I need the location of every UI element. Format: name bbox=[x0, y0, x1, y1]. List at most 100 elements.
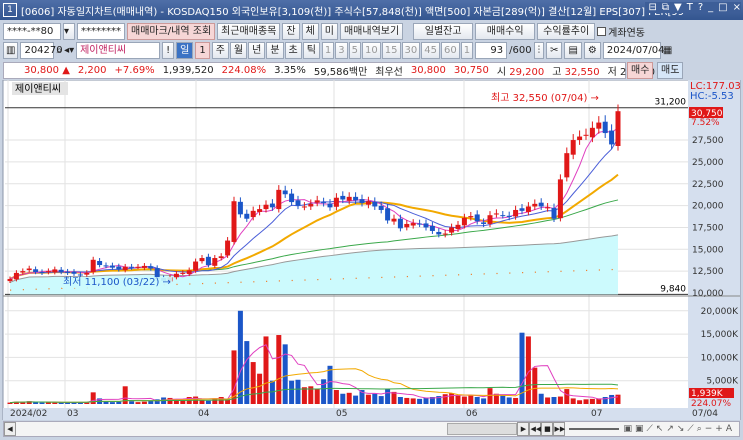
price: 30,800 bbox=[24, 65, 59, 76]
period-button[interactable]: 틱 bbox=[302, 41, 320, 59]
candle bbox=[327, 203, 333, 208]
candle bbox=[596, 122, 602, 129]
period-day-button[interactable]: 일 bbox=[176, 41, 194, 59]
low-label: 저 bbox=[607, 67, 617, 78]
rewind-icon[interactable]: ◀◀ bbox=[529, 422, 542, 436]
dotted-marker bbox=[419, 275, 421, 277]
minute-button[interactable]: 60 bbox=[440, 41, 460, 59]
account-dropdown-icon[interactable]: ▾ bbox=[63, 22, 75, 40]
window-control-icon[interactable]: _ bbox=[708, 2, 713, 13]
vol-current: 1,939K bbox=[691, 389, 724, 399]
zoom-slider[interactable] bbox=[569, 428, 620, 430]
candle bbox=[333, 197, 339, 207]
count-input[interactable]: 93 bbox=[475, 41, 508, 59]
candle bbox=[103, 265, 109, 267]
turnover: 3.35% bbox=[274, 65, 306, 76]
candle bbox=[468, 216, 474, 218]
candle bbox=[500, 215, 506, 217]
forward-icon[interactable]: ▶▶ bbox=[553, 422, 566, 436]
volume-bar bbox=[589, 398, 595, 404]
window-control-icon[interactable]: ⊟ bbox=[649, 2, 657, 13]
title-bar: 1 [0606] 자동일지차트(매매내역) - KOSDAQ150 외국인보유[… bbox=[0, 0, 743, 20]
gear-icon[interactable]: ⚙ bbox=[583, 41, 601, 59]
window-control-icon[interactable]: ? bbox=[698, 2, 703, 13]
tool-icon[interactable]: ✂ bbox=[546, 41, 563, 59]
minute-button[interactable]: 45 bbox=[421, 41, 440, 59]
candle bbox=[481, 222, 487, 224]
stock-name[interactable]: 제이앤티씨 bbox=[76, 41, 161, 59]
dotted-marker bbox=[266, 280, 268, 282]
search-icon[interactable]: ⌕ bbox=[56, 45, 62, 56]
sound-icon[interactable]: ◂▾ bbox=[64, 45, 74, 56]
period-button[interactable]: 주 bbox=[211, 41, 229, 59]
minute-button[interactable]: 10 bbox=[362, 41, 381, 59]
scroll-thumb[interactable] bbox=[447, 423, 518, 435]
change-pct: +7.69% bbox=[114, 65, 155, 76]
account-link-checkbox[interactable] bbox=[597, 26, 607, 36]
candle bbox=[346, 196, 352, 201]
candle bbox=[583, 134, 589, 136]
password-input[interactable]: ******** bbox=[77, 22, 125, 40]
dotted-marker bbox=[176, 283, 178, 286]
chart-scrollbar[interactable]: ◀ ▶ ◀◀ ■ ▶▶ ▣▣⟋↖↗↘⟋⌕−+A bbox=[3, 421, 740, 437]
daily-balance-button[interactable]: 일별잔고 bbox=[413, 22, 474, 40]
calendar-icon[interactable]: ▦ bbox=[663, 45, 672, 56]
window-control-icon[interactable]: ▼ bbox=[674, 2, 682, 13]
candle bbox=[263, 204, 269, 210]
candle bbox=[90, 259, 96, 273]
y-tick-label: 15,000 bbox=[692, 245, 724, 255]
window-control-icon[interactable]: × bbox=[733, 2, 741, 13]
window-control-icon[interactable]: T bbox=[687, 2, 693, 13]
minute-button[interactable]: 5 bbox=[348, 41, 362, 59]
dotted-marker bbox=[458, 274, 460, 276]
alert-button[interactable]: ! bbox=[162, 41, 175, 59]
minute-button[interactable]: 30 bbox=[401, 41, 421, 59]
stop-icon[interactable]: ■ bbox=[541, 422, 554, 436]
trade-profit-button[interactable]: 매매수익 bbox=[475, 22, 536, 40]
dotted-marker bbox=[240, 281, 242, 283]
x-tick-label: 2024/02 bbox=[10, 409, 47, 419]
dotted-marker bbox=[406, 275, 408, 278]
volume-bar bbox=[205, 400, 211, 404]
candle bbox=[314, 200, 320, 203]
period-button[interactable]: 초 bbox=[284, 41, 302, 59]
unfilled-button[interactable]: 미 bbox=[320, 22, 338, 40]
candle bbox=[205, 256, 211, 266]
minute-button[interactable]: 15 bbox=[381, 41, 401, 59]
candle bbox=[429, 225, 435, 231]
trade-history-button[interactable]: 매매내역보기 bbox=[339, 22, 404, 40]
window-control-icon[interactable]: □ bbox=[718, 2, 727, 13]
window-control-icon[interactable]: ⧉ bbox=[662, 2, 669, 13]
minute-button[interactable]: 3 bbox=[335, 41, 348, 59]
trade-mark-query-button[interactable]: 매매마크/내역 조회 bbox=[127, 22, 216, 40]
account-input[interactable]: ****-**80 bbox=[3, 22, 61, 40]
return-trend-button[interactable]: 수익률추이 bbox=[537, 22, 596, 40]
candle bbox=[589, 127, 595, 138]
stock-code-input[interactable]: 204270 bbox=[20, 41, 63, 59]
sell-button[interactable]: 매도 bbox=[657, 62, 684, 79]
candle bbox=[385, 208, 391, 221]
minute-button[interactable]: 1 bbox=[460, 41, 474, 59]
candle bbox=[487, 215, 493, 224]
period-button[interactable]: 월 bbox=[229, 41, 248, 59]
volume-bar bbox=[109, 402, 115, 404]
stock-chart[interactable]: 2024/02 03 04 05 06 07 07/0431,2009,840제이앤티씨30… bbox=[0, 80, 743, 420]
recent-trades-button[interactable]: 최근매매종목 bbox=[217, 22, 281, 40]
balance-button[interactable]: 잔 bbox=[282, 22, 300, 40]
candle-icon[interactable]: ⫶ bbox=[533, 41, 545, 59]
panel-icon[interactable]: ▥ bbox=[3, 41, 19, 59]
chart-tools-icon[interactable]: ▣▣⟋↖↗↘⟋⌕−+A bbox=[623, 424, 739, 434]
filled-button[interactable]: 체 bbox=[301, 22, 319, 40]
period-button[interactable]: 분 bbox=[266, 41, 284, 59]
dotted-marker bbox=[342, 278, 344, 280]
scroll-right-icon[interactable]: ▶ bbox=[517, 422, 530, 436]
scroll-left-icon[interactable]: ◀ bbox=[4, 422, 16, 436]
minute-button[interactable]: 1 bbox=[321, 41, 335, 59]
quote-bar: 30,800 ▲ 2,200 +7.69% 1,939,520 224.08% … bbox=[3, 62, 655, 79]
volume-bar bbox=[116, 401, 122, 404]
buy-button[interactable]: 매수 bbox=[627, 62, 654, 79]
period-value[interactable]: 1 bbox=[195, 41, 210, 59]
period-button[interactable]: 년 bbox=[248, 41, 266, 59]
save-icon[interactable]: ▤ bbox=[564, 41, 582, 59]
date-input[interactable]: 2024/07/04 bbox=[602, 41, 665, 59]
